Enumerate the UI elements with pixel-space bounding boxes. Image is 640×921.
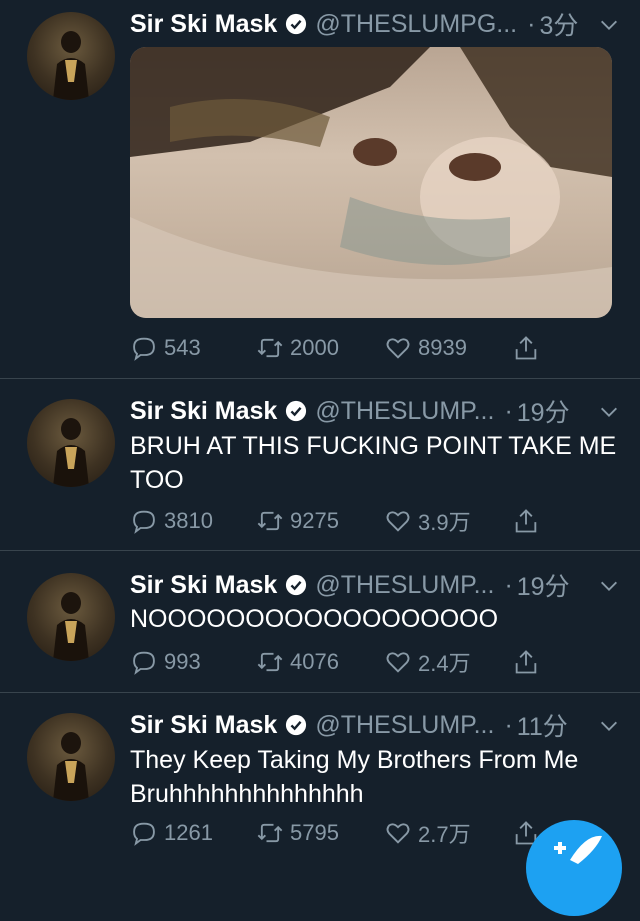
- verified-badge-icon: [286, 13, 307, 35]
- reply-bubble-icon: [133, 510, 155, 534]
- reply-count: 1261: [164, 820, 213, 845]
- heart-icon: [386, 511, 410, 532]
- tweet-text: BRUH AT THIS FUCKING POINT TAKE ME TOO: [130, 432, 617, 494]
- reply-bubble-icon: [133, 337, 155, 361]
- profile-avatar[interactable]: [27, 399, 115, 487]
- compose-tweet-button[interactable]: [526, 820, 622, 916]
- tweet[interactable]: Sir Ski Mask @THESLUMP... · 19分 BRUH AT …: [0, 379, 640, 551]
- separator-dot: ·: [504, 396, 513, 425]
- like-button[interactable]: 2.4万: [384, 646, 471, 678]
- verified-badge-icon: [286, 714, 307, 736]
- like-button[interactable]: 8939: [384, 332, 467, 364]
- heart-icon: [386, 338, 410, 359]
- like-button[interactable]: 2.7万: [384, 817, 471, 849]
- reply-bubble-icon: [133, 651, 155, 675]
- author-handle[interactable]: @THESLUMP...: [315, 397, 494, 426]
- like-count: 2.7万: [418, 822, 471, 847]
- retweet-count: 4076: [290, 649, 339, 674]
- tweet[interactable]: Sir Ski Mask @THESLUMP... · 19分 NOOOOOOO…: [0, 551, 640, 693]
- share-button[interactable]: [512, 646, 546, 678]
- retweet-count: 2000: [290, 335, 339, 360]
- share-icon: [515, 336, 537, 360]
- reply-button[interactable]: 3810: [130, 505, 213, 537]
- tweet-text: They Keep Taking My Brothers From Me Bru…: [130, 746, 579, 808]
- author-name[interactable]: Sir Ski Mask: [130, 571, 277, 600]
- retweet-button[interactable]: 2000: [256, 332, 339, 364]
- heart-icon: [386, 823, 410, 844]
- retweet-icon: [257, 338, 283, 358]
- retweet-icon: [257, 823, 283, 843]
- chevron-down-icon[interactable]: [598, 401, 620, 423]
- profile-avatar[interactable]: [27, 12, 115, 100]
- retweet-button[interactable]: 5795: [256, 817, 339, 849]
- verified-badge-icon: [286, 400, 307, 422]
- reply-button[interactable]: 1261: [130, 817, 213, 849]
- share-button[interactable]: [512, 505, 546, 537]
- verified-badge-icon: [286, 574, 307, 596]
- separator-dot: ·: [527, 9, 536, 38]
- reply-button[interactable]: 993: [130, 646, 201, 678]
- tweet-time[interactable]: 19分: [517, 393, 570, 429]
- share-button[interactable]: [512, 332, 546, 364]
- reply-bubble-icon: [133, 822, 155, 846]
- tweet-time[interactable]: 19分: [517, 567, 570, 603]
- share-icon: [515, 509, 537, 533]
- author-name[interactable]: Sir Ski Mask: [130, 711, 277, 740]
- chevron-down-icon[interactable]: [598, 14, 620, 36]
- tweet[interactable]: Sir Ski Mask @THESLUMPG... · 3分 543 2000: [0, 0, 640, 379]
- reply-count: 543: [164, 335, 201, 360]
- retweet-button[interactable]: 4076: [256, 646, 339, 678]
- separator-dot: ·: [504, 710, 513, 739]
- reply-button[interactable]: 543: [130, 332, 201, 364]
- separator-dot: ·: [504, 570, 513, 599]
- retweet-icon: [257, 511, 283, 531]
- reply-count: 993: [164, 649, 201, 674]
- tweet-time[interactable]: 11分: [517, 707, 568, 743]
- tweet-text: NOOOOOOOOOOOOOOOOOO: [130, 605, 499, 633]
- share-icon: [515, 650, 537, 674]
- profile-avatar[interactable]: [27, 713, 115, 801]
- author-handle[interactable]: @THESLUMP...: [315, 571, 494, 600]
- author-handle[interactable]: @THESLUMPG...: [315, 10, 517, 39]
- retweet-count: 9275: [290, 508, 339, 533]
- like-count: 8939: [418, 335, 467, 360]
- like-count: 3.9万: [418, 510, 471, 535]
- chevron-down-icon[interactable]: [598, 715, 620, 737]
- author-handle[interactable]: @THESLUMP...: [315, 711, 494, 740]
- compose-tweet-icon: [554, 835, 602, 864]
- retweet-count: 5795: [290, 820, 339, 845]
- tweet-media-image[interactable]: [130, 47, 612, 318]
- heart-icon: [386, 652, 410, 673]
- author-name[interactable]: Sir Ski Mask: [130, 10, 277, 39]
- author-name[interactable]: Sir Ski Mask: [130, 397, 277, 426]
- tweet-time[interactable]: 3分: [539, 6, 578, 42]
- profile-avatar[interactable]: [27, 573, 115, 661]
- like-button[interactable]: 3.9万: [384, 505, 471, 537]
- retweet-button[interactable]: 9275: [256, 505, 339, 537]
- reply-count: 3810: [164, 508, 213, 533]
- retweet-icon: [257, 652, 283, 672]
- chevron-down-icon[interactable]: [598, 575, 620, 597]
- like-count: 2.4万: [418, 651, 471, 676]
